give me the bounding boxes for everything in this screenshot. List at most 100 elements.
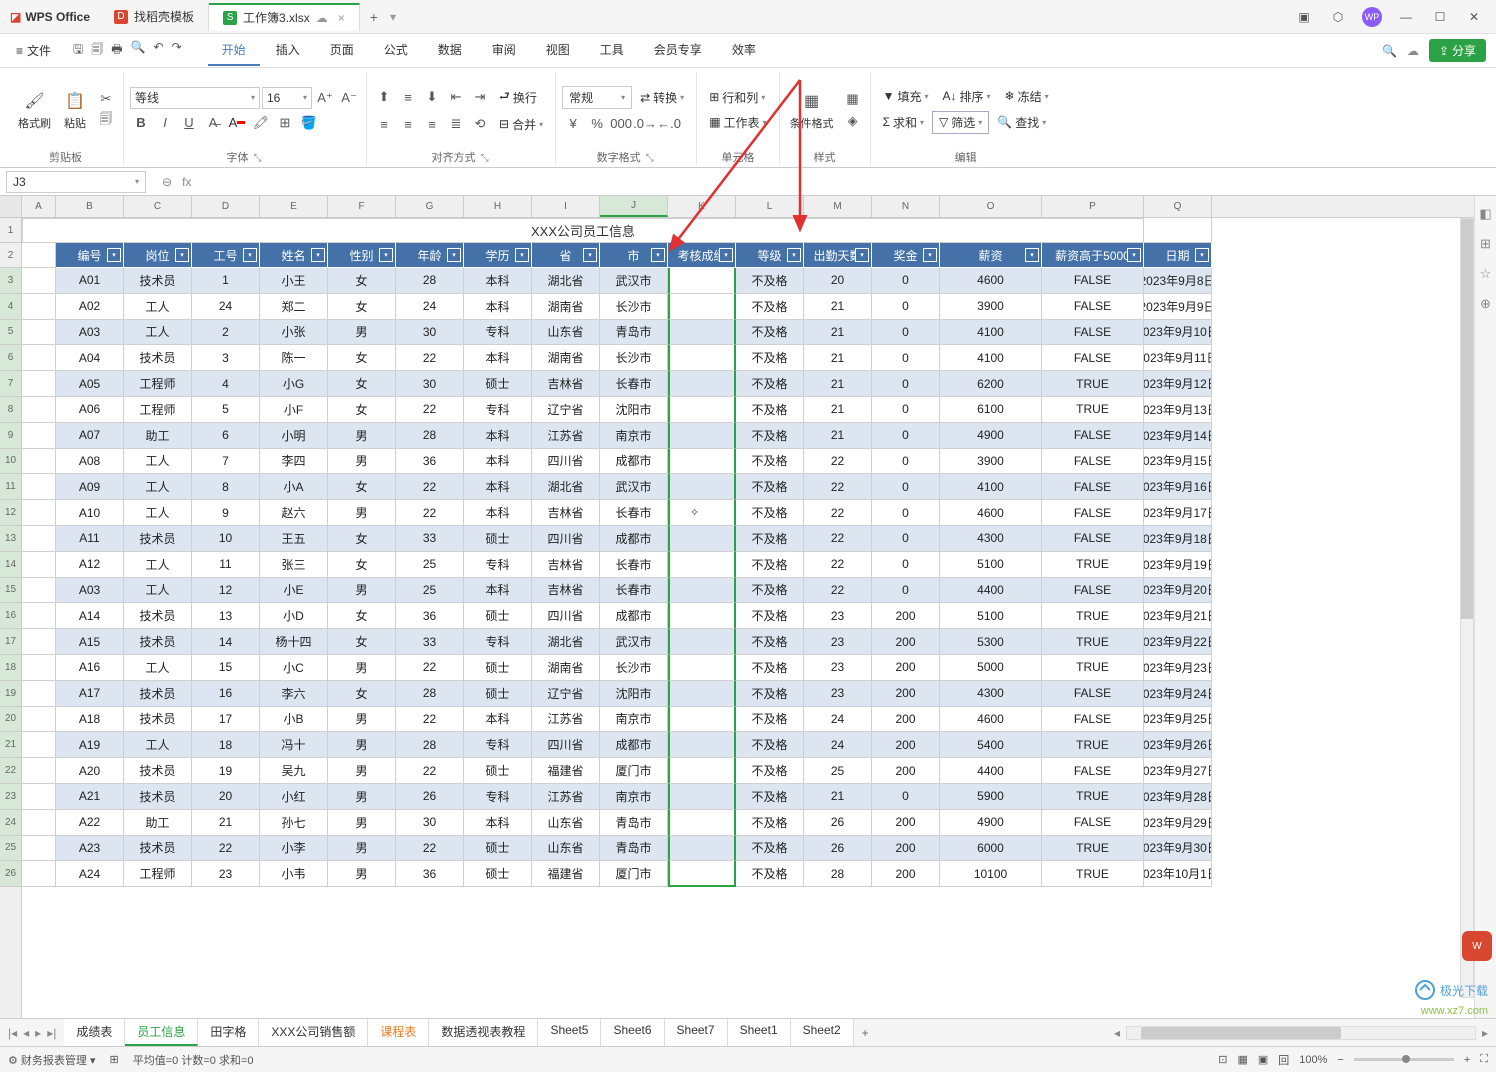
view-icon[interactable]: 回	[1278, 1052, 1289, 1068]
table-cell[interactable]: A01	[56, 268, 124, 294]
table-cell[interactable]: 工人	[124, 474, 192, 500]
table-cell[interactable]: 南京市	[600, 707, 668, 733]
table-cell[interactable]: 18	[192, 732, 260, 758]
table-cell[interactable]: 26	[396, 784, 464, 810]
menu-tab-插入[interactable]: 插入	[262, 35, 314, 66]
table-cell[interactable]: A10	[56, 500, 124, 526]
table-cell[interactable]: 技术员	[124, 629, 192, 655]
table-cell[interactable]: 200	[872, 707, 940, 733]
paste-button[interactable]: 📋 粘贴	[59, 87, 91, 133]
table-cell[interactable]: 6200	[940, 371, 1042, 397]
table-cell[interactable]: 不及格	[736, 526, 804, 552]
table-cell[interactable]: 2023年9月13日	[1144, 397, 1212, 423]
table-header[interactable]: 奖金▾	[872, 243, 940, 268]
close-tab-icon[interactable]: ×	[338, 11, 345, 25]
sheet-tab[interactable]: 田字格	[198, 1019, 259, 1046]
table-cell[interactable]: 山东省	[532, 836, 600, 862]
row-header-19[interactable]: 19	[0, 681, 21, 707]
table-cell[interactable]: 武汉市	[600, 474, 668, 500]
table-cell[interactable]: A05	[56, 371, 124, 397]
table-cell[interactable]	[668, 397, 736, 423]
align-top-icon[interactable]: ⬆	[373, 87, 395, 107]
row-header-17[interactable]: 17	[0, 629, 21, 655]
table-cell[interactable]: 2023年9月16日	[1144, 474, 1212, 500]
table-cell[interactable]	[668, 681, 736, 707]
table-cell[interactable]: 四川省	[532, 603, 600, 629]
table-header[interactable]: 薪资▾	[940, 243, 1042, 268]
table-cell[interactable]: A14	[56, 603, 124, 629]
table-cell[interactable]: 工程师	[124, 397, 192, 423]
table-cell[interactable]: 25	[396, 552, 464, 578]
table-cell[interactable]: 技术员	[124, 603, 192, 629]
table-cell[interactable]: 不及格	[736, 397, 804, 423]
row-header-18[interactable]: 18	[0, 655, 21, 681]
table-cell[interactable]: 28	[396, 423, 464, 449]
row-header-3[interactable]: 3	[0, 268, 21, 294]
col-header-I[interactable]: I	[532, 196, 600, 217]
row-header-15[interactable]: 15	[0, 578, 21, 604]
row-header-8[interactable]: 8	[0, 397, 21, 423]
table-cell[interactable]: 小李	[260, 836, 328, 862]
expand-icon[interactable]: ⤡	[252, 153, 264, 164]
fx-icon[interactable]: fx	[182, 175, 191, 189]
table-cell[interactable]: FALSE	[1042, 320, 1144, 346]
table-cell[interactable]: 200	[872, 681, 940, 707]
table-cell[interactable]: 小张	[260, 320, 328, 346]
col-header-O[interactable]: O	[940, 196, 1042, 217]
table-cell[interactable]: 0	[872, 578, 940, 604]
table-cell[interactable]: 不及格	[736, 371, 804, 397]
table-cell[interactable]: 不及格	[736, 320, 804, 346]
filter-dropdown-icon[interactable]: ▾	[583, 248, 597, 262]
table-cell[interactable]: 33	[396, 526, 464, 552]
table-cell[interactable]: 专科	[464, 629, 532, 655]
share-button[interactable]: ⇪ 分享	[1429, 39, 1486, 62]
table-cell[interactable]: 吉林省	[532, 552, 600, 578]
table-cell[interactable]: 4300	[940, 526, 1042, 552]
table-cell[interactable]: 28	[396, 681, 464, 707]
col-header-F[interactable]: F	[328, 196, 396, 217]
table-cell[interactable]: 22	[804, 449, 872, 475]
table-cell[interactable]: 2023年9月20日	[1144, 578, 1212, 604]
table-header[interactable]: 姓名▾	[260, 243, 328, 268]
table-cell[interactable]: 200	[872, 836, 940, 862]
table-cell[interactable]: 山东省	[532, 810, 600, 836]
table-cell[interactable]: 2023年9月12日	[1144, 371, 1212, 397]
table-cell[interactable]: A18	[56, 707, 124, 733]
table-cell[interactable]: 13	[192, 603, 260, 629]
table-cell[interactable]: TRUE	[1042, 552, 1144, 578]
border-icon[interactable]: ⊞	[274, 113, 296, 133]
table-cell[interactable]: 10100	[940, 861, 1042, 887]
table-cell[interactable]: 14	[192, 629, 260, 655]
table-cell[interactable]: 22	[396, 345, 464, 371]
table-header[interactable]: 工号▾	[192, 243, 260, 268]
table-cell[interactable]: 江苏省	[532, 423, 600, 449]
table-header[interactable]: 日期▾	[1144, 243, 1212, 268]
table-cell[interactable]: 男	[328, 423, 396, 449]
table-cell[interactable]: A11	[56, 526, 124, 552]
minimize-button[interactable]: —	[1396, 7, 1416, 27]
table-cell[interactable]: 技术员	[124, 836, 192, 862]
user-avatar[interactable]: WP	[1362, 7, 1382, 27]
table-cell[interactable]: 不及格	[736, 578, 804, 604]
col-header-C[interactable]: C	[124, 196, 192, 217]
table-cell[interactable]: 22	[396, 655, 464, 681]
table-cell[interactable]: 湖南省	[532, 294, 600, 320]
indent-dec-icon[interactable]: ⇤	[445, 87, 467, 107]
table-cell[interactable]: 24	[804, 732, 872, 758]
table-cell[interactable]: 硕士	[464, 655, 532, 681]
rowcol-button[interactable]: ⊞行和列▾	[703, 87, 772, 108]
table-cell[interactable]: 21	[804, 345, 872, 371]
table-cell[interactable]	[668, 861, 736, 887]
table-cell[interactable]: 17	[192, 707, 260, 733]
table-cell[interactable]	[668, 268, 736, 294]
table-cell[interactable]: 20	[192, 784, 260, 810]
table-cell[interactable]: 200	[872, 732, 940, 758]
table-cell[interactable]: 8	[192, 474, 260, 500]
filter-dropdown-icon[interactable]: ▾	[311, 248, 325, 262]
table-cell[interactable]: 21	[804, 784, 872, 810]
table-cell[interactable]: FALSE	[1042, 294, 1144, 320]
table-header[interactable]: 性别▾	[328, 243, 396, 268]
next-sheet-icon[interactable]: ▸	[35, 1026, 41, 1040]
doc-tab-template[interactable]: D 找稻壳模板	[100, 3, 209, 31]
table-cell[interactable]: 湖北省	[532, 268, 600, 294]
